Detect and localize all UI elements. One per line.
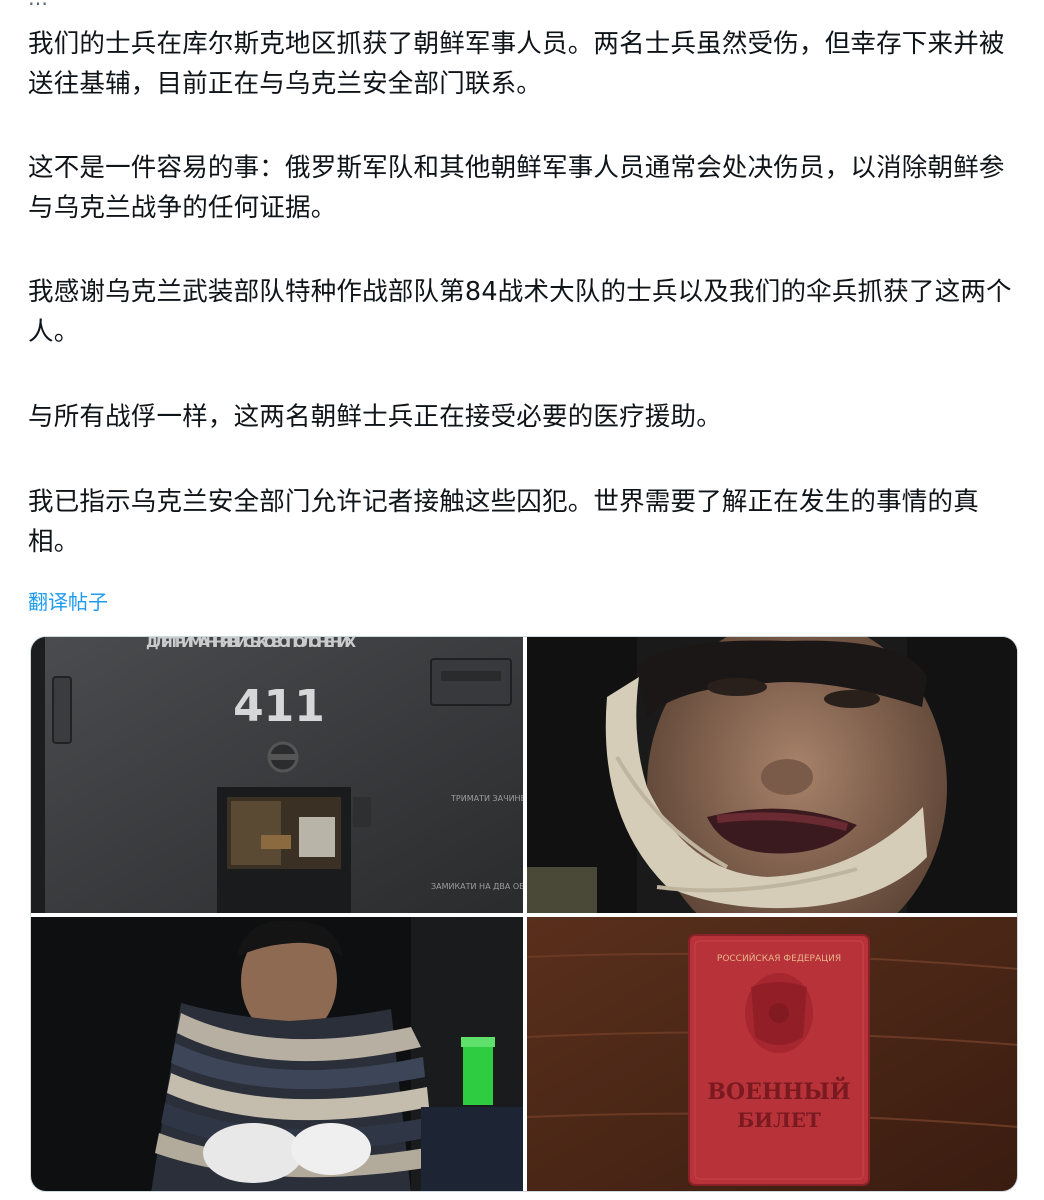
media-grid: ДЛЯ ТРИМАННЯ ВІЙСЬКОВОПОЛОНЕНИХ 411 ТРИМ…: [30, 636, 1018, 1192]
photo-soldier-blanket[interactable]: [31, 917, 523, 1191]
post-paragraph-1: 我们的士兵在库尔斯克地区抓获了朝鲜军事人员。两名士兵虽然受伤，但幸存下来并被送往…: [28, 29, 1005, 99]
translate-post-link[interactable]: 翻译帖子: [28, 586, 108, 615]
door-side-label-2: ЗАМИКАТИ НА ДВА ОБЕРТИ: [431, 882, 523, 891]
photo-military-id-image: РОССИЙСКАЯ ФЕДЕРАЦИЯ ВОЕННЫЙ БИЛЕТ: [527, 917, 1017, 1191]
door-number: 411: [233, 681, 325, 732]
eagle-emblem-icon: [745, 973, 813, 1053]
post-paragraph-3: 我感谢乌克兰武装部队特种作战部队第84战术大队的士兵以及我们的伞兵抓获了这两个人…: [28, 277, 1012, 347]
photo-military-id[interactable]: РОССИЙСКАЯ ФЕДЕРАЦИЯ ВОЕННЫЙ БИЛЕТ: [527, 917, 1017, 1191]
photo-cell-door[interactable]: ДЛЯ ТРИМАННЯ ВІЙСЬКОВОПОЛОНЕНИХ 411 ТРИМ…: [31, 637, 523, 913]
photo-soldier-blanket-image: [31, 917, 523, 1191]
door-sign-text: ДЛЯ ТРИМАННЯ ВІЙСЬКОВОПОЛОНЕНИХ: [146, 637, 356, 651]
id-header-text: РОССИЙСКАЯ ФЕДЕРАЦИЯ: [717, 952, 841, 964]
id-title-line-2: БИЛЕТ: [737, 1108, 821, 1132]
post-paragraph-2: 这不是一件容易的事：俄罗斯军队和其他朝鲜军事人员通常会处决伤员，以消除朝鲜参与乌…: [28, 153, 1005, 223]
post-paragraph-5: 我已指示乌克兰安全部门允许记者接触这些囚犯。世界需要了解正在发生的事情的真相。: [28, 487, 979, 557]
door-side-label-1: ТРИМАТИ ЗАЧИНЕНИМИ: [450, 794, 523, 803]
id-title-line-1: ВОЕННЫЙ: [707, 1076, 850, 1105]
clipped-header-text: …: [28, 0, 48, 10]
photo-bandaged-face-image: [527, 637, 1017, 913]
post-paragraph-4: 与所有战俘一样，这两名朝鲜士兵正在接受必要的医疗援助。: [28, 402, 722, 432]
photo-cell-door-image: ДЛЯ ТРИМАННЯ ВІЙСЬКОВОПОЛОНЕНИХ 411 ТРИМ…: [31, 637, 523, 913]
photo-bandaged-face[interactable]: [527, 637, 1017, 913]
